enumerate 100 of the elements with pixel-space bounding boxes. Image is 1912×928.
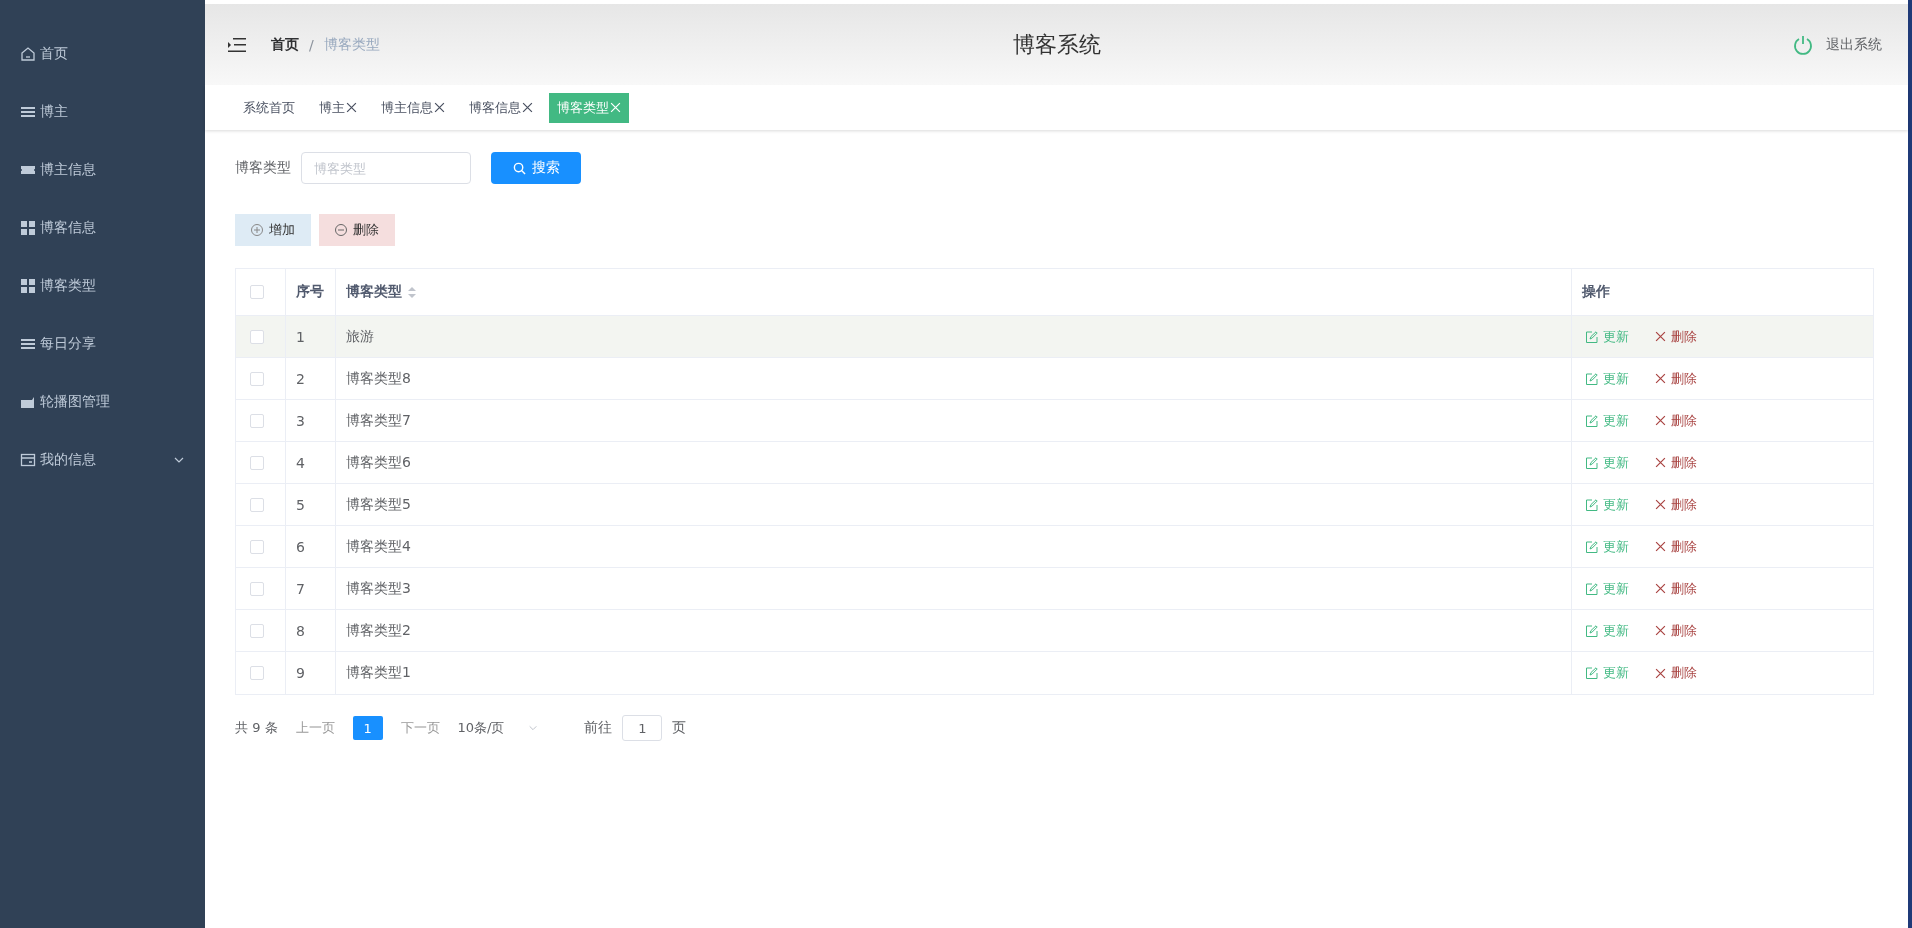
- edit-icon: [1586, 582, 1598, 595]
- row-checkbox[interactable]: [250, 371, 264, 386]
- edit-icon: [1586, 372, 1598, 385]
- table-cell: 博客类型8: [346, 369, 411, 388]
- edit-icon: [1586, 540, 1598, 553]
- delete-button[interactable]: 删除: [319, 214, 395, 246]
- sidebar-label: 博客信息: [40, 219, 97, 237]
- row-checkbox[interactable]: [250, 666, 264, 680]
- table-cell: 8: [296, 622, 305, 639]
- close-icon: [434, 102, 445, 113]
- table-cell: 博客类型4: [346, 537, 411, 556]
- sidebar-label: 博主: [40, 103, 69, 121]
- card-icon: [20, 452, 36, 468]
- delete-row-button[interactable]: 删除: [1655, 369, 1697, 388]
- sidebar-item[interactable]: 博客信息: [0, 199, 205, 257]
- table-cell: 7: [296, 580, 305, 597]
- table-cell: 3: [296, 412, 305, 429]
- column-header: 操作: [1582, 283, 1610, 301]
- grid-icon: [20, 278, 36, 294]
- delete-row-button[interactable]: 删除: [1655, 537, 1697, 556]
- table-cell: 博客类型7: [346, 411, 411, 430]
- breadcrumb-item[interactable]: 首页: [271, 35, 299, 54]
- select-all-checkbox[interactable]: [250, 285, 264, 299]
- search-label: 博客类型: [235, 159, 291, 177]
- close-icon: [610, 102, 621, 113]
- page-tab[interactable]: 博主: [311, 92, 365, 123]
- delete-row-button[interactable]: 删除: [1655, 327, 1697, 346]
- close-icon: [1655, 457, 1666, 468]
- row-checkbox[interactable]: [250, 497, 264, 512]
- sidebar-item[interactable]: 首页: [0, 25, 205, 83]
- close-icon: [1655, 373, 1666, 384]
- row-checkbox[interactable]: [250, 455, 264, 470]
- row-checkbox[interactable]: [250, 413, 264, 428]
- table-cell: 博客类型3: [346, 579, 411, 598]
- page-size-select[interactable]: 10条/页: [457, 719, 539, 737]
- close-icon: [1655, 415, 1666, 426]
- sidebar-item[interactable]: 轮播图管理: [0, 373, 205, 431]
- page-tab[interactable]: 博主信息: [373, 92, 453, 123]
- search-icon: [512, 161, 526, 175]
- home-icon: [20, 46, 36, 62]
- edit-icon: [1586, 456, 1598, 469]
- plus-circle-icon: [251, 224, 263, 236]
- sidebar-label: 首页: [40, 45, 69, 63]
- table-cell: 2: [296, 370, 305, 387]
- total-count: 共 9 条: [235, 719, 278, 737]
- add-button[interactable]: 增加: [235, 214, 311, 246]
- row-checkbox[interactable]: [250, 581, 264, 596]
- edit-icon: [1586, 498, 1598, 511]
- page-tab[interactable]: 系统首页: [235, 92, 303, 123]
- close-icon: [522, 102, 533, 113]
- logout-button[interactable]: 退出系统: [1786, 32, 1888, 57]
- table-cell: 6: [296, 538, 305, 555]
- goto-label: 前往: [584, 719, 613, 737]
- page-number[interactable]: 1: [352, 716, 383, 740]
- row-checkbox[interactable]: [250, 623, 264, 638]
- goto-page-field[interactable]: 1: [622, 715, 663, 741]
- sidebar-label: 我的信息: [40, 451, 97, 469]
- delete-row-button[interactable]: 删除: [1655, 411, 1697, 430]
- row-checkbox[interactable]: [250, 539, 264, 554]
- sidebar-item[interactable]: 每日分享: [0, 315, 205, 373]
- sidebar-item[interactable]: 博客类型: [0, 257, 205, 315]
- sort-icon[interactable]: [408, 286, 416, 298]
- breadcrumb-item: 博客类型: [323, 35, 380, 54]
- delete-row-button[interactable]: 删除: [1655, 453, 1697, 472]
- edit-icon: [1586, 414, 1598, 427]
- delete-row-button[interactable]: 删除: [1655, 495, 1697, 514]
- sidebar-item[interactable]: 我的信息: [0, 431, 205, 489]
- table-cell: 4: [296, 454, 305, 471]
- list-icon: [20, 336, 36, 352]
- delete-row-button[interactable]: 删除: [1655, 664, 1697, 682]
- minus-circle-icon: [335, 224, 347, 236]
- row-checkbox[interactable]: [250, 329, 264, 344]
- table-cell: 博客类型1: [346, 664, 411, 682]
- edit-icon: [1586, 667, 1598, 679]
- menu-toggle-icon[interactable]: [227, 36, 247, 53]
- table-cell: 博客类型6: [346, 453, 411, 472]
- list-icon: [20, 104, 36, 120]
- table-cell: 博客类型5: [346, 495, 411, 514]
- sidebar-label: 博客类型: [40, 277, 97, 295]
- grid-icon: [20, 220, 36, 236]
- close-icon: [1655, 625, 1666, 636]
- close-icon: [1655, 583, 1666, 594]
- table-cell: 博客类型2: [346, 621, 411, 640]
- delete-row-button[interactable]: 删除: [1655, 621, 1697, 640]
- goto-suffix: 页: [672, 719, 687, 737]
- search-button[interactable]: 搜索: [491, 152, 581, 184]
- column-header[interactable]: 博客类型: [346, 283, 402, 301]
- edit-icon: [1586, 330, 1598, 343]
- delete-row-button[interactable]: 删除: [1655, 579, 1697, 598]
- sidebar-item[interactable]: 博主信息: [0, 141, 205, 199]
- table-cell: 1: [296, 328, 305, 345]
- close-icon: [1655, 331, 1666, 342]
- sidebar-label: 每日分享: [40, 335, 97, 353]
- close-icon: [1655, 541, 1666, 552]
- sidebar-item[interactable]: 博主: [0, 83, 205, 141]
- search-field[interactable]: 博客类型: [301, 152, 471, 184]
- page-tab[interactable]: 博客信息: [461, 92, 541, 123]
- sidebar-label: 轮播图管理: [40, 393, 111, 411]
- close-icon: [1655, 667, 1666, 679]
- edit-icon: [1586, 624, 1598, 637]
